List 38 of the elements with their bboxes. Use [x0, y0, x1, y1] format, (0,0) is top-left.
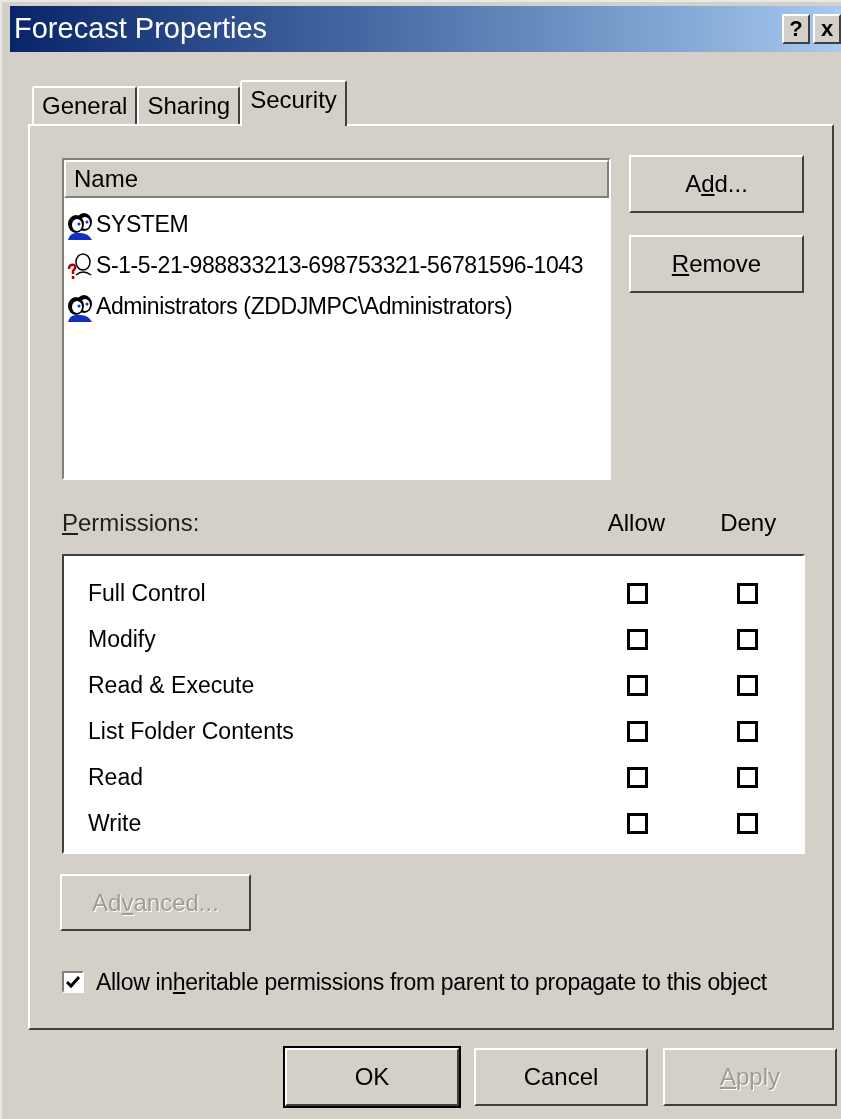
deny-checkbox[interactable] [737, 628, 759, 650]
deny-checkbox[interactable] [737, 720, 759, 742]
help-button[interactable]: ? [782, 14, 810, 44]
permission-name: Write [87, 808, 143, 838]
ok-button[interactable]: OK [285, 1048, 459, 1106]
permission-name: Read [87, 762, 144, 792]
list-item[interactable]: S-1-5-21-988833213-698753321-56781596-1043 [96, 248, 584, 283]
permission-name: List Folder Contents [87, 716, 295, 746]
list-item[interactable]: Administrators (ZDDJMPC\Administrators) [96, 289, 513, 324]
permissions-label: Permissions: [62, 508, 201, 538]
list-item[interactable]: SYSTEM [96, 207, 189, 242]
tab[interactable]: Sharing [137, 86, 241, 124]
window-title: Forecast Properties [14, 11, 268, 47]
deny-checkbox[interactable] [737, 674, 759, 696]
unknown-user-icon [66, 250, 94, 281]
close-button[interactable]: x [813, 14, 841, 44]
inherit-checkbox[interactable] [62, 971, 84, 994]
remove-button[interactable]: Remove [629, 235, 804, 293]
permission-name: Full Control [87, 578, 207, 608]
allow-checkbox[interactable] [627, 812, 649, 834]
add-button[interactable]: Add... [629, 155, 804, 213]
deny-checkbox[interactable] [737, 582, 759, 604]
permission-name: Read & Execute [87, 670, 256, 700]
tab[interactable]: Security [240, 80, 347, 126]
allow-checkbox[interactable] [627, 674, 649, 696]
allow-checkbox[interactable] [627, 582, 649, 604]
allow-checkbox[interactable] [627, 628, 649, 650]
tab[interactable]: General [32, 86, 138, 124]
inherit-label: Allow inheritable permissions from parent to propagate to this object [96, 968, 767, 997]
deny-checkbox[interactable] [737, 766, 759, 788]
column-header[interactable]: Name [64, 160, 609, 198]
allow-checkbox[interactable] [627, 720, 649, 742]
deny-checkbox[interactable] [737, 812, 759, 834]
column-label: Allow [606, 508, 667, 538]
permission-name: Modify [87, 624, 157, 654]
cancel-button[interactable]: Cancel [474, 1048, 648, 1106]
column-label: Deny [719, 508, 778, 538]
allow-checkbox[interactable] [627, 766, 649, 788]
